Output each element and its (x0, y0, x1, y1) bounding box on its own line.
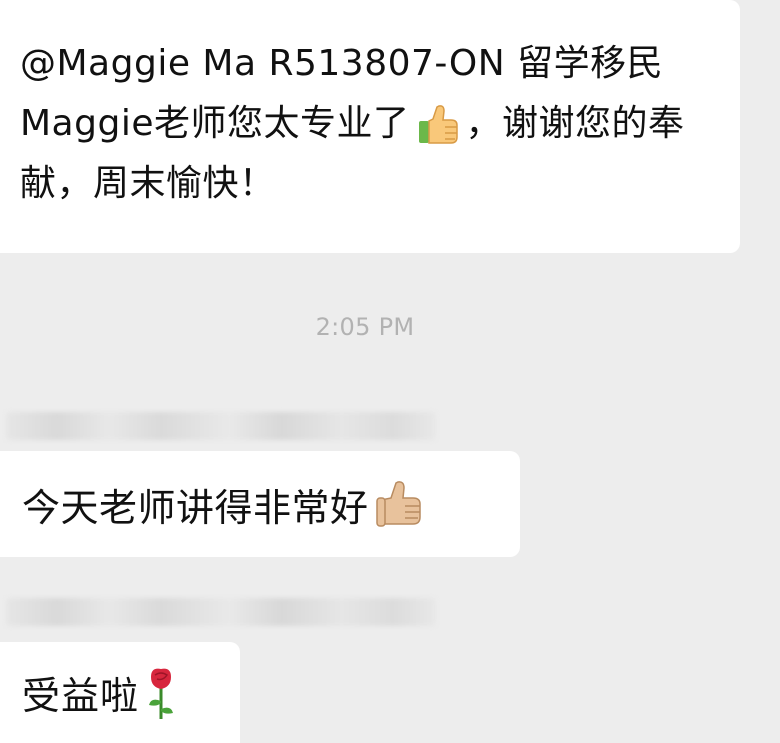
timestamp: 2:05 PM (315, 313, 415, 341)
blurred-sender-name (6, 598, 436, 626)
message-bubble[interactable]: 今天老师讲得非常好 (0, 451, 520, 557)
thumbs-up-icon (413, 99, 465, 151)
thumbs-up-icon (373, 476, 433, 532)
message-bubble[interactable]: 受益啦 (0, 642, 240, 743)
blurred-sender-name (6, 412, 436, 440)
message-text: 受益啦 (22, 674, 140, 718)
message-text: 今天老师讲得非常好 (22, 485, 369, 530)
chat-area[interactable]: @Maggie Ma R513807-ON 留学移民 Maggie老师您太专业了… (0, 0, 780, 743)
message-bubble[interactable]: @Maggie Ma R513807-ON 留学移民 Maggie老师您太专业了… (0, 0, 740, 253)
rose-icon (143, 665, 179, 721)
message-text: @Maggie Ma R513807-ON 留学移民 Maggie老师您太专业了… (20, 34, 726, 214)
